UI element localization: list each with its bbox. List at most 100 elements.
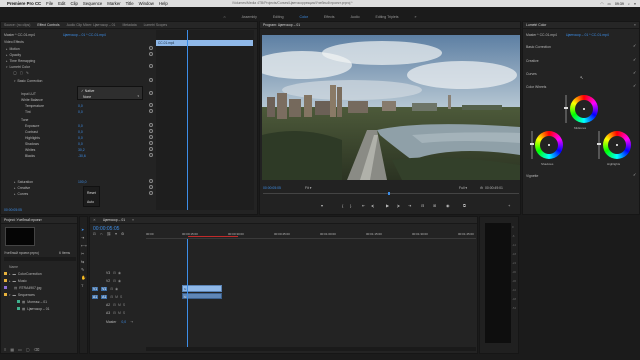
shadows-slider[interactable] — [531, 131, 533, 159]
source-patch-a1[interactable]: A1 — [92, 294, 99, 299]
shadows-value[interactable]: 0,0 — [78, 141, 83, 146]
razor-tool-icon[interactable]: ✂ — [81, 251, 87, 256]
timeline-timecode[interactable]: 00:00:05:05 — [93, 226, 119, 232]
highlights-value[interactable]: 0,0 — [78, 135, 83, 140]
reset-icon[interactable] — [149, 123, 153, 127]
timeline-horizontal-scrollbar[interactable] — [146, 347, 476, 351]
reset-icon[interactable] — [149, 129, 153, 133]
tab-lumetri-scopes[interactable]: Lumetri Scopes — [144, 23, 168, 27]
menu-file[interactable]: File — [46, 1, 53, 6]
ec-clip[interactable]: Цветокор – 01 * CC-01.mp4 — [63, 32, 106, 37]
add-marker-icon[interactable]: ▾ — [321, 203, 323, 208]
tab-project[interactable]: Project: Учебный проект — [4, 218, 42, 222]
basic-correction-checkbox[interactable]: ✓ — [633, 43, 636, 48]
track-eye-icon[interactable]: ◉ — [118, 279, 121, 283]
reset-icon[interactable] — [149, 91, 153, 95]
project-item-sequences[interactable]: ▾ ▬ Sequences — [4, 292, 35, 297]
panel-menu-icon[interactable]: ≡ — [634, 23, 636, 27]
menu-list-icon[interactable]: ≡ — [634, 2, 636, 6]
curves-section[interactable]: ▸ Curves — [14, 191, 28, 196]
expand-icon[interactable]: ▸ — [14, 186, 16, 190]
highlights-slider[interactable] — [598, 131, 600, 159]
input-lut-dropdown[interactable]: ✓ Native None ▾ — [77, 86, 143, 100]
program-settings-icon[interactable]: ⚙ — [480, 185, 483, 190]
timeline-menu-icon[interactable]: ≡ — [132, 218, 134, 222]
lumetri-curves[interactable]: Curves — [526, 71, 537, 76]
fx-lumetri-color[interactable]: ▾ Lumetri Color — [6, 64, 30, 69]
midtones-wheel-point[interactable] — [583, 108, 585, 110]
track-lock-icon[interactable]: ⊟ — [113, 303, 116, 307]
linked-selection-icon[interactable]: ⛓ — [107, 232, 112, 236]
workspace-color[interactable]: Color — [292, 15, 316, 19]
program-scrubber[interactable] — [263, 193, 519, 194]
menu-app[interactable]: Premiere Pro CC — [7, 1, 41, 6]
basic-correction-section[interactable]: ▾ Basic Correction — [14, 78, 42, 83]
timeline-ruler[interactable]: 00:00 00:00:15:00 00:00:30:00 00:00:45:0… — [146, 225, 476, 239]
audio-clip-a1[interactable]: fx — [182, 293, 222, 299]
reset-icon[interactable] — [149, 78, 153, 82]
fx-motion[interactable]: ▸ Motion — [6, 46, 20, 51]
lumetri-source[interactable]: Master * CC-01.mp4 — [526, 32, 557, 37]
reset-icon[interactable] — [149, 103, 153, 107]
track-a3[interactable]: A3 ⊟ M S — [106, 310, 125, 315]
curves-checkbox[interactable]: ✓ — [633, 70, 636, 75]
dropdown-arrow-icon[interactable]: ▾ — [137, 94, 139, 98]
search-icon[interactable]: ⌕ — [628, 2, 630, 6]
pen-mask-icon[interactable]: ✎ — [26, 71, 29, 75]
ec-timecode[interactable]: 00:00:05:05 — [4, 207, 22, 212]
mute-icon[interactable]: M — [115, 295, 118, 299]
tab-program[interactable]: Program: Цветокор – 01 — [263, 23, 300, 27]
play-icon[interactable]: ▶ — [386, 203, 389, 208]
menu-help[interactable]: Help — [159, 1, 168, 6]
ec-mini-clip[interactable]: CC-01.mp4 — [156, 40, 253, 46]
track-lock-icon[interactable]: ⊟ — [110, 287, 113, 291]
expand-icon[interactable]: ▸ — [6, 53, 8, 57]
tab-lumetri-color[interactable]: Lumetri Color — [526, 23, 546, 27]
timeline-close-icon[interactable]: ✕ — [93, 218, 96, 222]
track-select-tool-icon[interactable]: ⇥ — [81, 235, 87, 240]
track-eye-icon[interactable]: ◉ — [115, 287, 118, 291]
track-lock-icon[interactable]: ⊟ — [113, 279, 116, 283]
export-frame-icon[interactable]: ◉ — [446, 203, 450, 208]
vignette-checkbox[interactable]: ✓ — [633, 172, 636, 177]
project-thumbnail[interactable] — [5, 227, 35, 246]
lut-option-native[interactable]: ✓ Native — [81, 88, 94, 93]
selection-tool-icon[interactable]: ➤ — [81, 227, 87, 232]
reset-icon[interactable] — [149, 147, 153, 151]
track-v3[interactable]: V3 ⊟ ◉ — [106, 270, 121, 275]
popup-reset[interactable]: Reset — [87, 190, 96, 195]
expand-icon[interactable]: ▸ — [6, 59, 8, 63]
tab-audio-clip-mixer[interactable]: Audio Clip Mixer: Цветокор – 01 — [67, 23, 116, 27]
expand-icon[interactable]: ▸ — [14, 192, 16, 196]
menu-edit[interactable]: Edit — [58, 1, 65, 6]
master-track[interactable]: Master 0,0 ⇥ — [106, 319, 133, 324]
lumetri-clip[interactable]: Цветокор – 01 * CC-01.mp4 — [566, 32, 609, 37]
midtones-wheel[interactable] — [570, 95, 598, 123]
menu-marker[interactable]: Marker — [107, 1, 120, 6]
timeline-settings-icon[interactable]: ⚙ — [121, 232, 124, 236]
blacks-value[interactable]: -30,6 — [78, 153, 86, 158]
tint-value[interactable]: 0,0 — [78, 109, 83, 114]
program-video-frame[interactable] — [262, 35, 520, 180]
highlights-slider-handle[interactable] — [597, 143, 601, 145]
mark-in-icon[interactable]: { — [342, 203, 343, 208]
tab-timeline-sequence[interactable]: Цветокор – 01 — [103, 218, 125, 222]
tab-source[interactable]: Source: (no clips) — [4, 23, 30, 27]
workspace-editing-triplets[interactable]: Editing Triplets — [368, 15, 407, 19]
workspace-assembly[interactable]: Assembly — [234, 15, 265, 19]
expand-icon[interactable]: ▸ — [14, 180, 16, 184]
go-to-in-icon[interactable]: ⇤ — [362, 203, 365, 208]
mute-icon[interactable]: M — [118, 311, 121, 315]
midtones-slider-handle[interactable] — [564, 107, 568, 109]
list-view-icon[interactable]: ≡ — [4, 347, 6, 352]
slip-tool-icon[interactable]: ⇆ — [81, 259, 87, 264]
ripple-edit-tool-icon[interactable]: ⟷ — [81, 243, 87, 248]
type-tool-icon[interactable]: T — [81, 283, 87, 288]
snap-icon[interactable]: ∩ — [100, 232, 103, 236]
reset-icon[interactable] — [149, 185, 153, 189]
lift-icon[interactable]: ⊟ — [421, 203, 424, 208]
lut-option-none[interactable]: None — [83, 94, 91, 99]
solo-icon[interactable]: S — [123, 311, 125, 315]
add-marker-icon[interactable]: ▾ — [115, 232, 117, 236]
menu-window[interactable]: Window — [139, 1, 154, 6]
